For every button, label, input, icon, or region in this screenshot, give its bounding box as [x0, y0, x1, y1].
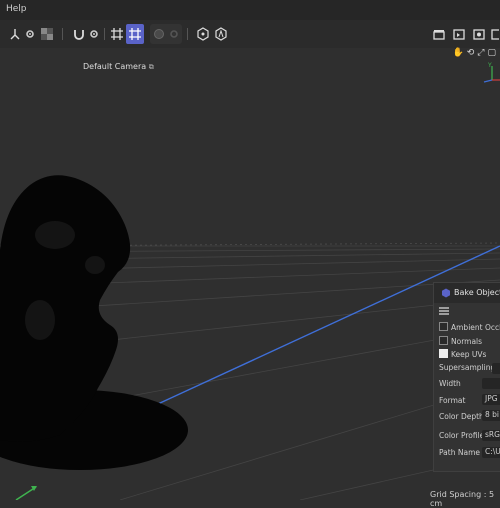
3d-viewport[interactable]: Y [0, 48, 500, 500]
zoom-icon[interactable]: ⤢ [477, 48, 484, 58]
format-label: Format [439, 396, 466, 405]
menu-help[interactable]: Help [6, 4, 27, 14]
workplane-snap-icon[interactable] [126, 24, 144, 44]
width-field[interactable] [482, 378, 500, 389]
main-toolbar [0, 20, 500, 49]
render-view-icon[interactable] [450, 24, 468, 44]
color-profile-select[interactable]: sRGB [482, 430, 500, 441]
format-select[interactable]: JPG [482, 394, 500, 405]
clapper-icon[interactable] [430, 24, 448, 44]
camera-label: Default Camera [83, 62, 147, 71]
keep-uvs-option[interactable]: Keep UVs [439, 349, 486, 359]
sphere-icon[interactable] [153, 28, 165, 40]
path-name-field[interactable]: C:\Use [482, 447, 500, 458]
width-label: Width [439, 379, 461, 388]
normals-option[interactable]: Normals [439, 336, 482, 346]
toolbar-divider [104, 28, 105, 40]
overflow-icon[interactable] [490, 24, 500, 44]
render-options-group [150, 24, 182, 44]
svg-text:Y: Y [487, 62, 492, 69]
ambient-occlusion-checkbox[interactable] [439, 322, 448, 331]
ambient-occlusion-option[interactable]: Ambient Occlus [439, 322, 500, 332]
color-profile-label: Color Profile [439, 431, 485, 440]
keep-uvs-checkbox[interactable] [439, 349, 448, 358]
render-queue-icon[interactable] [470, 24, 488, 44]
gear-icon[interactable] [169, 29, 179, 39]
orientation-gizmo: Y [483, 62, 500, 83]
camera-menu[interactable]: Default Camera ⧉ [83, 62, 154, 72]
menu-bar: Help [0, 0, 500, 20]
toolbar-divider [62, 28, 63, 40]
grid-snap-icon[interactable] [108, 24, 126, 44]
magnet-icon[interactable] [70, 24, 88, 44]
normals-checkbox[interactable] [439, 336, 448, 345]
move-axis-icon[interactable] [6, 24, 24, 44]
color-depth-label: Color Depth [439, 412, 484, 421]
viewport-nav: ✋ ⟲ ⤢ ▢ [453, 48, 496, 58]
bake-cube-icon [442, 288, 450, 298]
maximize-icon[interactable]: ▢ [487, 48, 496, 58]
hexagon-icon[interactable] [194, 24, 212, 44]
gear-icon[interactable] [88, 24, 100, 44]
world-axis-icon [15, 486, 37, 500]
hamburger-menu-icon[interactable] [439, 307, 449, 315]
toolbar-divider [187, 28, 188, 40]
supersampling-field[interactable] [492, 363, 500, 374]
bake-panel-header[interactable]: Bake Object [434, 283, 500, 303]
checker-icon[interactable] [38, 24, 56, 44]
grid-spacing: Grid Spacing : 5 cm [430, 490, 495, 508]
bake-panel-title: Bake Object [454, 288, 500, 297]
pan-icon[interactable]: ✋ [453, 48, 464, 58]
scene-render: Y [0, 62, 500, 500]
hexagon-a-icon[interactable] [212, 24, 230, 44]
bake-object-panel: Bake Object Ambient Occlus Normals Keep … [433, 282, 500, 472]
supersampling-label: Supersampling [439, 363, 496, 372]
camera-link-icon: ⧉ [148, 63, 154, 71]
orbit-icon[interactable]: ⟲ [467, 48, 475, 58]
path-name-label: Path Name [439, 448, 480, 457]
color-depth-select[interactable]: 8 bi [482, 410, 500, 421]
gear-icon[interactable] [24, 24, 36, 44]
